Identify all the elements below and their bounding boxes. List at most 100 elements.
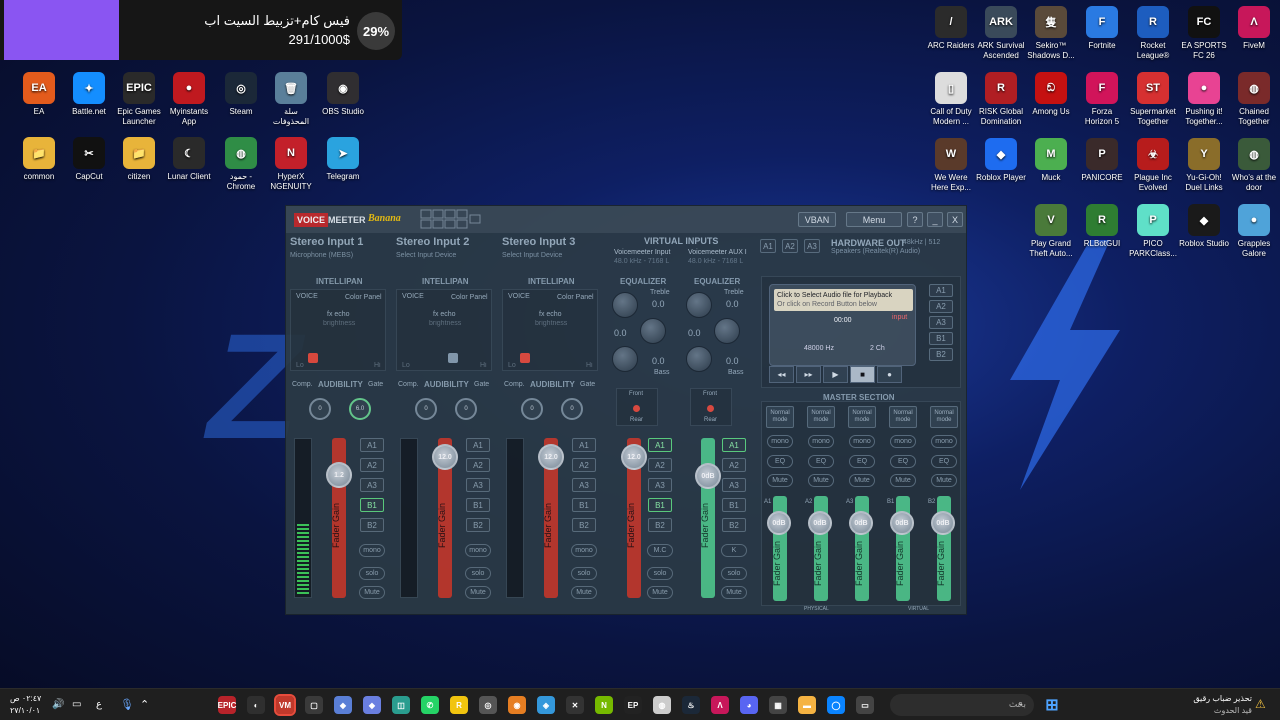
mono-button[interactable]: mono [571, 544, 597, 557]
desktop-icon[interactable]: 📁 common [14, 137, 64, 182]
desktop-icon[interactable]: ARK ARK Survival Ascended [976, 6, 1026, 61]
bus-a3-button[interactable]: A3 [722, 478, 746, 492]
mono-button[interactable]: mono [808, 435, 834, 448]
eq-knob[interactable] [612, 346, 638, 372]
eq-knob[interactable] [686, 292, 712, 318]
start-button[interactable]: ⊞ [1043, 696, 1061, 714]
taskbar-app-icon[interactable]: N [595, 696, 613, 714]
eq-knob[interactable] [612, 292, 638, 318]
bus-a1-button[interactable]: A1 [466, 438, 490, 452]
taskbar-app-icon[interactable]: ◉ [508, 696, 526, 714]
normal-mode-button[interactable]: Normal mode [807, 406, 835, 428]
voicemeeter-titlebar[interactable]: VOICE MEETER Banana VBAN Menu ? _ X [286, 206, 966, 233]
pan-cursor[interactable] [308, 353, 318, 363]
bus-a1-button[interactable]: A1 [572, 438, 596, 452]
virtual-2-title[interactable]: Voicemeeter AUX I [688, 249, 747, 256]
gate-knob[interactable]: 0 [561, 398, 583, 420]
fader-gain-knob[interactable]: 12.0 [621, 444, 647, 470]
desktop-icon[interactable]: R RISK Global Domination [976, 72, 1026, 127]
taskbar-app-icon[interactable]: Λ [711, 696, 729, 714]
desktop-icon[interactable]: ඞ Among Us [1026, 72, 1076, 117]
cassette-message[interactable]: Click to Select Audio file for Playback … [774, 289, 913, 311]
weather-title[interactable]: تحذير ضباب رقيق [1180, 694, 1252, 703]
minimize-button[interactable]: _ [927, 212, 943, 227]
taskbar-app-icon[interactable]: ♨ [682, 696, 700, 714]
pan-cursor[interactable] [520, 353, 530, 363]
input-2-device[interactable]: Select Input Device [396, 252, 456, 259]
taskbar-app-icon[interactable]: ✆ [421, 696, 439, 714]
desktop-icon[interactable]: / ARC Raiders [926, 6, 976, 51]
mute-button[interactable]: Mute [571, 586, 597, 599]
bus-b1-button[interactable]: B1 [722, 498, 746, 512]
mono-button[interactable]: mono [931, 435, 957, 448]
input-1-device[interactable]: Microphone (MEBS) [290, 252, 353, 259]
fader-gain-knob[interactable]: 0dB [695, 463, 721, 489]
output-b2-button[interactable]: B2 [929, 348, 953, 361]
desktop-icon[interactable]: ◍ Chained Together [1229, 72, 1279, 127]
clock-time[interactable]: ٠٢:٤٧ ص [10, 694, 41, 703]
master-fader-knob[interactable]: 0dB [767, 511, 791, 535]
input-language[interactable]: ع [96, 699, 102, 710]
menu-button[interactable]: Menu [846, 212, 902, 227]
microphone-icon[interactable]: 🎙 [120, 698, 134, 711]
bus-b2-button[interactable]: B2 [466, 518, 490, 532]
taskbar-app-icon[interactable]: ◐ [247, 696, 265, 714]
mute-button[interactable]: Mute [890, 474, 916, 487]
desktop-icon[interactable]: ✦ Battle.net [64, 72, 114, 117]
comp-knob[interactable]: 0 [415, 398, 437, 420]
taskbar-app-icon[interactable]: ▦ [769, 696, 787, 714]
desktop-icon[interactable]: ◎ Steam [216, 72, 266, 117]
taskbar-app-icon[interactable]: EP [624, 696, 642, 714]
bus-a2-button[interactable]: A2 [572, 458, 596, 472]
rewind-button[interactable]: ◂◂ [769, 366, 794, 383]
desktop-icon[interactable]: F Forza Horizon 5 [1077, 72, 1127, 127]
mono-button[interactable]: mono [465, 544, 491, 557]
taskbar-app-icon[interactable]: ◆ [363, 696, 381, 714]
pan-cursor[interactable] [448, 353, 458, 363]
fader-gain-knob[interactable]: 12.0 [432, 444, 458, 470]
desktop-icon[interactable]: ◍ حمود - Chrome [216, 137, 266, 192]
normal-mode-button[interactable]: Normal mode [889, 406, 917, 428]
bus-a2-button[interactable]: A2 [360, 458, 384, 472]
warning-icon[interactable]: ⚠ [1255, 697, 1266, 711]
intellipan-pad[interactable] [396, 289, 492, 371]
eq-knob[interactable] [714, 318, 740, 344]
taskbar-app-icon[interactable]: ◈ [537, 696, 555, 714]
mute-button[interactable]: Mute [931, 474, 957, 487]
taskbar-app-icon[interactable]: ✕ [566, 696, 584, 714]
taskbar-app-icon[interactable]: ▬ [798, 696, 816, 714]
bus-a3-button[interactable]: A3 [648, 478, 672, 492]
desktop-icon[interactable]: R RLBotGUI [1077, 204, 1127, 249]
output-a3-button[interactable]: A3 [929, 316, 953, 329]
eq-button[interactable]: EQ [808, 455, 834, 468]
desktop-icon[interactable]: Y Yu-Gi-Oh! Duel Links [1179, 138, 1229, 193]
volume-icon[interactable]: 🔊 [52, 699, 64, 710]
eq-button[interactable]: EQ [849, 455, 875, 468]
mute-button[interactable]: Mute [465, 586, 491, 599]
input-2-title[interactable]: Stereo Input 2 [396, 236, 469, 248]
output-a2-button[interactable]: A2 [929, 300, 953, 313]
bus-b2-button[interactable]: B2 [722, 518, 746, 532]
mc-button[interactable]: M.C [647, 544, 673, 557]
taskbar-app-icon[interactable]: EPIC [218, 696, 236, 714]
close-button[interactable]: X [947, 212, 963, 227]
mute-button[interactable]: Mute [808, 474, 834, 487]
mono-button[interactable]: mono [849, 435, 875, 448]
desktop-icon[interactable]: ➤ Telegram [318, 137, 368, 182]
desktop-icon[interactable]: FC EA SPORTS FC 26 [1179, 6, 1229, 61]
solo-button[interactable]: solo [647, 567, 673, 580]
desktop-icon[interactable]: V Play Grand Theft Auto... [1026, 204, 1076, 259]
desktop-icon[interactable]: F Fortnite [1077, 6, 1127, 51]
bus-a3-button[interactable]: A3 [360, 478, 384, 492]
bus-a2-button[interactable]: A2 [648, 458, 672, 472]
bus-a2-button[interactable]: A2 [722, 458, 746, 472]
bus-b1-button[interactable]: B1 [466, 498, 490, 512]
clock-date[interactable]: ٢٧/١٠/٠١ [10, 706, 40, 715]
eq-button[interactable]: EQ [931, 455, 957, 468]
taskbar-app-icon[interactable]: R [450, 696, 468, 714]
master-fader-knob[interactable]: 0dB [890, 511, 914, 535]
network-icon[interactable]: ▭ [72, 699, 81, 710]
desktop-icon[interactable]: ✂ CapCut [64, 137, 114, 182]
cassette-player[interactable]: Click to Select Audio file for Playback … [769, 284, 916, 366]
mc-button[interactable]: K [721, 544, 747, 557]
